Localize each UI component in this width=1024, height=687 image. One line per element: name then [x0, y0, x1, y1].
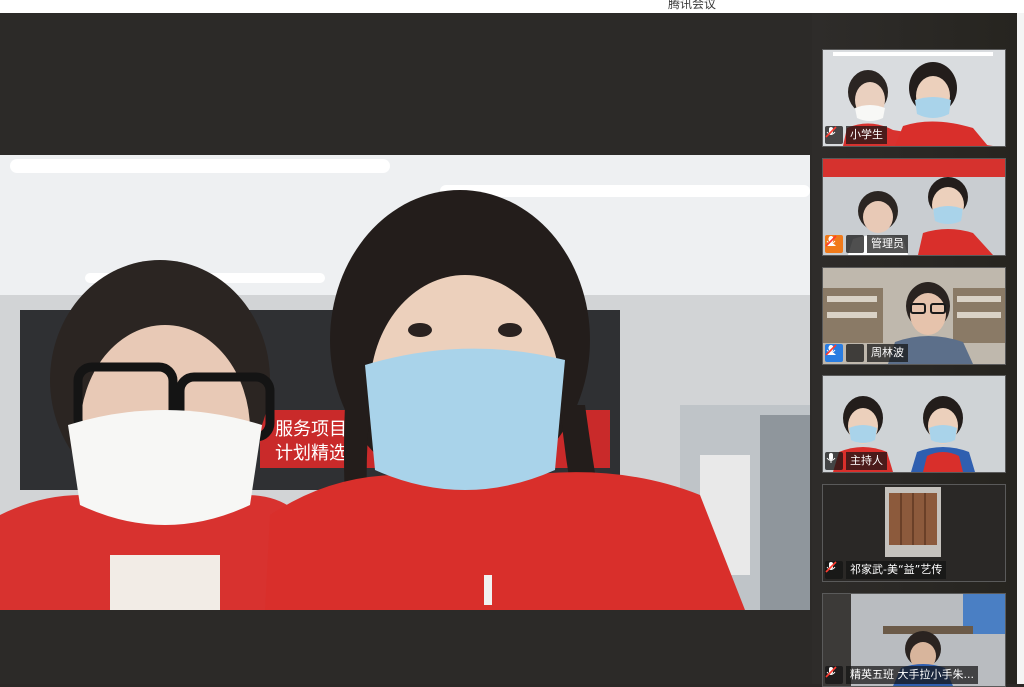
participant-label-4: 主持人: [825, 452, 887, 470]
participant-name: 管理员: [867, 235, 908, 253]
window-scrollbar-edge[interactable]: [1017, 13, 1024, 684]
participant-label-5: 祁家武-美“益”艺传: [825, 561, 947, 579]
main-video-feed[interactable]: 服务项目 计划精选: [0, 155, 810, 610]
participant-name: 主持人: [846, 452, 887, 470]
participant-name: 周林波: [867, 344, 908, 362]
mic-muted-icon[interactable]: [825, 344, 864, 362]
participant-label-6: 精英五班 大手拉小手朱...: [825, 666, 978, 684]
mic-muted-icon[interactable]: [825, 126, 843, 144]
main-stage: 服务项目 计划精选: [0, 13, 812, 684]
participant-name: 精英五班 大手拉小手朱...: [846, 666, 978, 684]
mic-muted-icon[interactable]: [825, 561, 843, 579]
participant-tile-5[interactable]: 祁家武-美“益”艺传: [822, 484, 1006, 582]
banner-text-2: 计划精选: [275, 443, 347, 464]
participant-tile-4[interactable]: 主持人: [822, 375, 1006, 473]
participant-tile-3[interactable]: 周林波: [822, 267, 1006, 365]
window-title-bar: 腾讯会议: [0, 0, 1024, 13]
window-title: 腾讯会议: [668, 0, 717, 11]
mic-muted-icon[interactable]: [825, 235, 864, 253]
participant-tile-6[interactable]: 精英五班 大手拉小手朱...: [822, 593, 1006, 687]
participant-tile-2[interactable]: 管理员: [822, 158, 1006, 256]
participant-tile-1[interactable]: 小学生: [822, 49, 1006, 147]
mic-active-icon[interactable]: [825, 452, 843, 470]
participant-label-1: 小学生: [825, 126, 887, 144]
banner-text-1: 服务项目: [275, 419, 347, 440]
main-video-scene: 服务项目 计划精选: [0, 155, 810, 610]
participant-sidebar: 小学生 管理员 周林波 主持人 祁家武-美“益”艺传 精英五班 大手拉小手朱..…: [812, 13, 1024, 687]
mic-muted-icon[interactable]: [825, 666, 843, 684]
participant-name: 小学生: [846, 126, 887, 144]
participant-name: 祁家武-美“益”艺传: [846, 561, 947, 579]
participant-label-3: 周林波: [825, 344, 908, 362]
participant-label-2: 管理员: [825, 235, 908, 253]
